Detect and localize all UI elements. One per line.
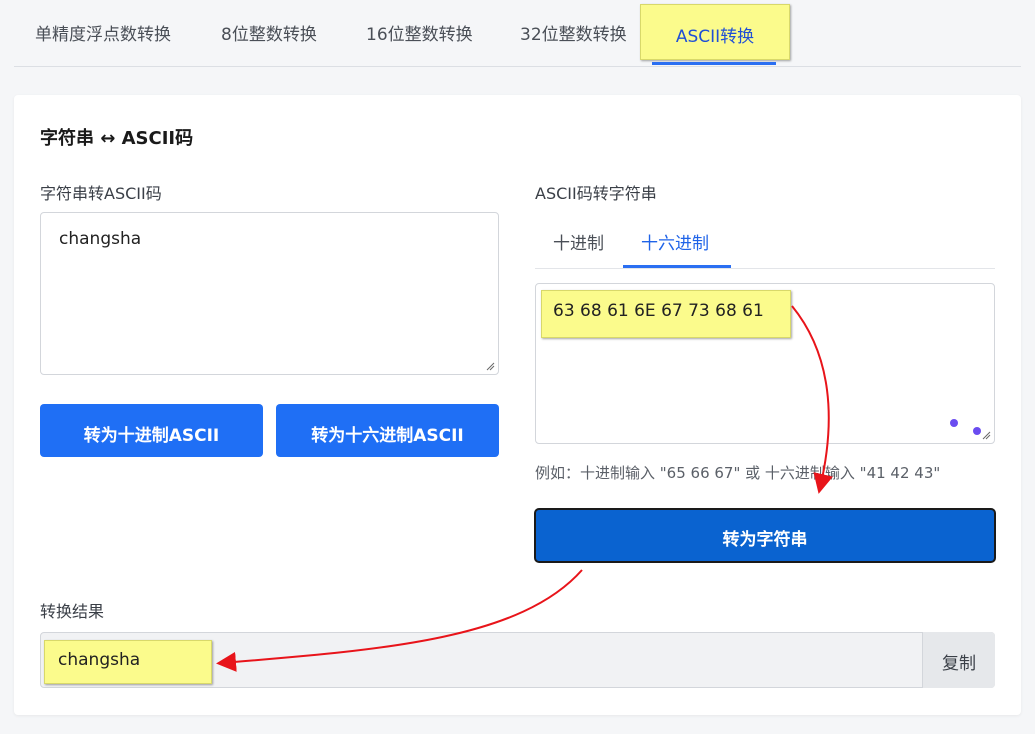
tab-bar-divider — [14, 66, 1021, 67]
resize-handle-icon[interactable] — [981, 430, 991, 440]
ascii-input-value: 63 68 61 6E 67 73 68 61 — [553, 301, 764, 321]
string-input-value: changsha — [59, 229, 142, 249]
to-decimal-ascii-button[interactable]: 转为十进制ASCII — [40, 404, 263, 457]
ascii-input-highlight: 63 68 61 6E 67 73 68 61 — [541, 290, 791, 338]
to-string-button[interactable]: 转为字符串 — [534, 508, 996, 563]
tab-int8[interactable]: 8位整数转换 — [221, 20, 317, 45]
copy-button[interactable]: 复制 — [922, 632, 995, 688]
grammarly-dot-icon — [973, 427, 981, 435]
resize-handle-icon[interactable] — [485, 361, 495, 371]
input-hint: 例如：十进制输入 "65 66 67" 或 十六进制输入 "41 42 43" — [535, 464, 941, 482]
result-highlight: changsha — [44, 640, 212, 684]
tab-ascii[interactable]: ASCII转换 — [640, 4, 790, 60]
to-hex-ascii-label: 转为十六进制ASCII — [311, 426, 464, 446]
string-input[interactable]: changsha — [40, 212, 499, 375]
grammarly-dot-icon — [950, 419, 958, 427]
top-tab-bar: 单精度浮点数转换 8位整数转换 16位整数转换 32位整数转换 ASCII转换 — [0, 0, 1035, 67]
copy-label: 复制 — [942, 654, 976, 674]
tab-int16[interactable]: 16位整数转换 — [366, 20, 473, 45]
subtab-decimal[interactable]: 十进制 — [553, 229, 604, 254]
tab-ascii-label: ASCII转换 — [675, 27, 755, 47]
to-string-label: 转为字符串 — [722, 530, 808, 550]
tab-int32[interactable]: 32位整数转换 — [520, 20, 627, 45]
string-to-ascii-label: 字符串转ASCII码 — [40, 184, 162, 203]
to-decimal-ascii-label: 转为十进制ASCII — [83, 426, 220, 446]
page: 单精度浮点数转换 8位整数转换 16位整数转换 32位整数转换 ASCII转换 … — [0, 0, 1035, 734]
tab-float[interactable]: 单精度浮点数转换 — [35, 20, 171, 45]
active-subtab-indicator — [623, 265, 731, 268]
section-title: 字符串 ↔ ASCII码 — [40, 128, 194, 149]
active-tab-indicator — [652, 62, 776, 65]
ascii-to-string-label: ASCII码转字符串 — [535, 184, 657, 203]
subtab-hex[interactable]: 十六进制 — [641, 229, 709, 254]
to-hex-ascii-button[interactable]: 转为十六进制ASCII — [276, 404, 499, 457]
result-value: changsha — [58, 650, 141, 670]
subtab-divider — [535, 268, 995, 269]
result-label: 转换结果 — [40, 602, 105, 621]
